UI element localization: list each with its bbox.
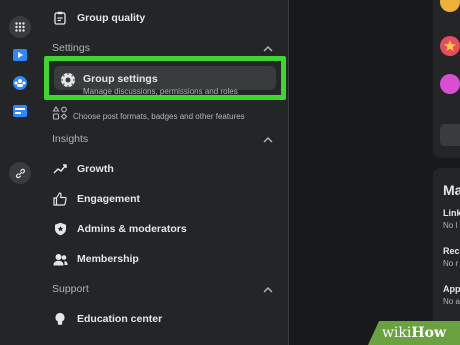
section-header-settings: Settings [52, 42, 90, 54]
sidebar-item-label: Membership [77, 253, 139, 265]
lightbulb-icon [52, 311, 68, 327]
shield-star-icon [52, 221, 68, 237]
manage-card-title: Ma [443, 182, 460, 198]
row-label: App [443, 284, 460, 294]
sidebar-item-admins-moderators[interactable]: Admins & moderators [48, 218, 280, 240]
growth-chart-icon [52, 161, 68, 177]
group-settings-subtitle: Manage discussions, permissions and role… [83, 87, 238, 96]
sidebar-item-engagement[interactable]: Engagement [48, 188, 280, 210]
admin-sidebar: Group quality Settings Group settings Ma… [40, 0, 289, 345]
row-label: Link [443, 208, 460, 218]
group-settings-title: Group settings [83, 73, 158, 85]
left-rail [0, 0, 41, 345]
sidebar-item-label: Engagement [77, 193, 141, 205]
clipboard-icon [52, 10, 68, 26]
section-header-support: Support [52, 283, 89, 295]
sidebar-item-growth[interactable]: Growth [48, 158, 280, 180]
sidebar-item-label: Education center [77, 313, 163, 325]
chevron-up-icon[interactable] [262, 43, 274, 55]
sticker-emoji-icon [440, 74, 460, 94]
main-content: Ma Link No l Rec No r App No a [289, 0, 460, 345]
features-subtitle[interactable]: Choose post formats, badges and other fe… [73, 112, 245, 121]
chevron-up-icon[interactable] [262, 134, 274, 146]
card-button[interactable] [440, 124, 460, 146]
gear-icon [61, 73, 75, 87]
row-sub: No a [443, 297, 460, 306]
people-icon [52, 251, 68, 267]
link-icon[interactable] [9, 162, 31, 184]
menu-grid-icon[interactable] [9, 16, 31, 38]
sidebar-item-membership[interactable]: Membership [48, 248, 280, 270]
sidebar-item-education-center[interactable]: Education center [48, 308, 280, 330]
star-emoji-icon [440, 36, 460, 56]
row-sub: No r [443, 259, 459, 268]
sidebar-item-group-settings[interactable]: Group settings Manage discussions, permi… [54, 66, 276, 96]
sidebar-item-label: Growth [77, 163, 114, 175]
chevron-up-icon[interactable] [262, 284, 274, 296]
groups-icon[interactable] [9, 72, 31, 94]
watch-icon[interactable] [9, 44, 31, 66]
wikihow-watermark: wiki How [368, 321, 460, 345]
highlight-box: Group settings Manage discussions, permi… [44, 56, 286, 100]
thumbs-up-icon [52, 191, 68, 207]
sidebar-item-label: Admins & moderators [77, 223, 187, 235]
row-sub: No l [443, 221, 458, 230]
gaming-icon[interactable] [9, 100, 31, 122]
row-label: Rec [443, 246, 460, 256]
features-icon [52, 106, 68, 120]
section-header-insights: Insights [52, 133, 89, 145]
sidebar-item-group-quality[interactable]: Group quality [48, 7, 280, 29]
sidebar-item-label: Group quality [77, 12, 146, 24]
